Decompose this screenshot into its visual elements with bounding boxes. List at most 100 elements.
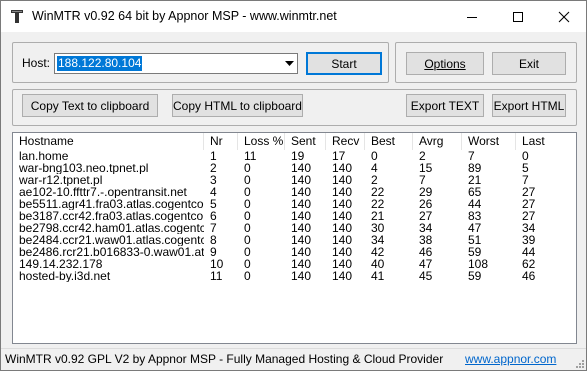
cell-loss: 11 xyxy=(244,150,257,162)
cell-loss: 0 xyxy=(244,234,251,246)
status-divider xyxy=(1,348,586,349)
cell-recv: 140 xyxy=(332,162,353,174)
cell-best: 30 xyxy=(371,222,385,234)
cell-best: 2 xyxy=(371,174,378,186)
options-button[interactable]: Options xyxy=(406,52,484,75)
cell-sent: 140 xyxy=(291,222,312,234)
cell-worst: 65 xyxy=(468,186,482,198)
export-html-button[interactable]: Export HTML xyxy=(492,94,566,117)
cell-sent: 140 xyxy=(291,234,312,246)
resize-grip-icon[interactable] xyxy=(574,358,584,368)
cell-hostname: lan.home xyxy=(19,150,69,162)
window-title: WinMTR v0.92 64 bit by Appnor MSP - www.… xyxy=(32,9,337,23)
column-header-hostname[interactable]: Hostname xyxy=(13,133,204,150)
title-bar[interactable]: WinMTR v0.92 64 bit by Appnor MSP - www.… xyxy=(1,1,586,32)
cell-avrg: 34 xyxy=(419,222,433,234)
cell-worst: 108 xyxy=(468,258,489,270)
cell-nr: 3 xyxy=(210,174,217,186)
cell-worst: 21 xyxy=(468,174,482,186)
cell-last: 27 xyxy=(522,186,536,198)
cell-sent: 140 xyxy=(291,198,312,210)
cell-worst: 47 xyxy=(468,222,482,234)
export-text-button[interactable]: Export TEXT xyxy=(406,94,484,117)
cell-worst: 83 xyxy=(468,210,482,222)
cell-hostname: war-bng103.neo.tpnet.pl xyxy=(19,162,149,174)
appnor-link[interactable]: www.appnor.com xyxy=(465,352,556,366)
close-button[interactable] xyxy=(541,1,587,32)
combo-dropdown-button[interactable] xyxy=(280,54,297,73)
table-row[interactable]: be3187.ccr42.fra03.atlas.cogentco.c... 6 0… xyxy=(13,210,576,222)
table-row[interactable]: be5511.agr41.fra03.atlas.cogentco.c... 5 0… xyxy=(13,198,576,210)
table-row[interactable]: 149.14.232.178 10 0 140 140 40 47 108 62 xyxy=(13,258,576,270)
cell-nr: 5 xyxy=(210,198,217,210)
cell-avrg: 15 xyxy=(419,162,433,174)
copy-text-button[interactable]: Copy Text to clipboard xyxy=(22,94,158,117)
cell-loss: 0 xyxy=(244,246,251,258)
cell-recv: 140 xyxy=(332,270,353,282)
cell-last: 46 xyxy=(522,270,536,282)
column-header-worst[interactable]: Worst xyxy=(462,133,516,150)
cell-avrg: 38 xyxy=(419,234,433,246)
table-row[interactable]: ae102-10.ffttr7.-.opentransit.net 4 0 140 14… xyxy=(13,186,576,198)
cell-hostname: hosted-by.i3d.net xyxy=(19,270,111,282)
column-header-avrg[interactable]: Avrg xyxy=(413,133,462,150)
cell-avrg: 46 xyxy=(419,246,433,258)
minimize-button[interactable] xyxy=(449,1,495,32)
cell-avrg: 27 xyxy=(419,210,433,222)
minimize-icon xyxy=(467,17,477,18)
table-row[interactable]: hosted-by.i3d.net 11 0 140 140 41 45 59 46 xyxy=(13,270,576,282)
column-header-best[interactable]: Best xyxy=(365,133,413,150)
table-row[interactable]: be2798.ccr42.ham01.atlas.cogentco.... 7 0 1… xyxy=(13,222,576,234)
host-combobox[interactable]: 188.122.80.104 xyxy=(54,53,298,74)
cell-last: 5 xyxy=(522,162,529,174)
cell-loss: 0 xyxy=(244,270,251,282)
cell-worst: 89 xyxy=(468,162,482,174)
column-header-last[interactable]: Last xyxy=(516,133,576,150)
start-button[interactable]: Start xyxy=(306,52,382,75)
cell-sent: 19 xyxy=(291,150,305,162)
cell-worst: 59 xyxy=(468,246,482,258)
table-row[interactable]: war-r12.tpnet.pl 3 0 140 140 2 7 21 7 xyxy=(13,174,576,186)
cell-best: 22 xyxy=(371,198,385,210)
status-bar: WinMTR v0.92 GPL V2 by Appnor MSP - Full… xyxy=(1,348,586,370)
cell-recv: 140 xyxy=(332,234,353,246)
cell-recv: 140 xyxy=(332,186,353,198)
cell-nr: 1 xyxy=(210,150,217,162)
cell-hostname: war-r12.tpnet.pl xyxy=(19,174,103,186)
results-table[interactable]: Hostname Nr Loss % Sent Recv Best Avrg Worst Las… xyxy=(12,132,577,344)
status-text: WinMTR v0.92 GPL V2 by Appnor MSP - Full… xyxy=(5,352,444,366)
cell-recv: 140 xyxy=(332,198,353,210)
cell-best: 0 xyxy=(371,150,378,162)
exit-button[interactable]: Exit xyxy=(492,52,566,75)
cell-hostname: be2484.ccr21.waw01.atlas.cogentc... xyxy=(19,234,204,246)
column-header-recv[interactable]: Recv xyxy=(326,133,365,150)
cell-loss: 0 xyxy=(244,258,251,270)
table-row[interactable]: lan.home 1 11 19 17 0 2 7 0 xyxy=(13,150,576,162)
cell-nr: 4 xyxy=(210,186,217,198)
cell-recv: 140 xyxy=(332,258,353,270)
cell-best: 34 xyxy=(371,234,385,246)
cell-hostname: 149.14.232.178 xyxy=(19,258,103,270)
maximize-button[interactable] xyxy=(495,1,541,32)
column-header-sent[interactable]: Sent xyxy=(285,133,326,150)
maximize-icon xyxy=(513,12,523,22)
table-row[interactable]: be2484.ccr21.waw01.atlas.cogentc... 8 0 140… xyxy=(13,234,576,246)
table-row[interactable]: war-bng103.neo.tpnet.pl 2 0 140 140 4 15 89 5 xyxy=(13,162,576,174)
host-input[interactable]: 188.122.80.104 xyxy=(57,56,143,71)
cell-nr: 10 xyxy=(210,258,224,270)
cell-avrg: 7 xyxy=(419,174,426,186)
column-header-loss[interactable]: Loss % xyxy=(238,133,285,150)
column-header-nr[interactable]: Nr xyxy=(204,133,238,150)
cell-sent: 140 xyxy=(291,270,312,282)
cell-best: 42 xyxy=(371,246,385,258)
cell-avrg: 2 xyxy=(419,150,426,162)
table-row[interactable]: be2486.rcr21.b016833-0.waw01.atla... 9 0 14… xyxy=(13,246,576,258)
cell-worst: 51 xyxy=(468,234,482,246)
cell-loss: 0 xyxy=(244,210,251,222)
cell-last: 27 xyxy=(522,198,536,210)
cell-nr: 7 xyxy=(210,222,217,234)
copy-html-button[interactable]: Copy HTML to clipboard xyxy=(172,94,303,117)
exit-label: Exit xyxy=(518,56,539,71)
options-label: Options xyxy=(424,56,466,71)
cell-hostname: be5511.agr41.fra03.atlas.cogentco.c... xyxy=(19,198,204,210)
